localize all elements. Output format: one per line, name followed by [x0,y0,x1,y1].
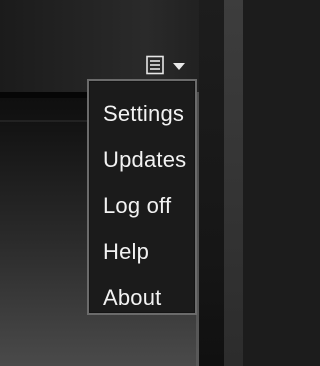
dropdown-menu: Settings Updates Log off Help About [87,79,197,315]
hamburger-menu-icon[interactable] [145,55,165,75]
chevron-down-icon[interactable] [173,62,185,70]
menu-item-help[interactable]: Help [89,229,195,275]
menu-trigger-button[interactable] [145,53,193,77]
app-window: Settings Updates Log off Help About [0,0,243,366]
menu-item-log-off[interactable]: Log off [89,183,195,229]
menu-list: Settings Updates Log off Help About [89,81,195,321]
menu-item-about[interactable]: About [89,275,195,321]
menu-item-updates[interactable]: Updates [89,137,195,183]
right-sidebar [199,0,224,366]
menu-item-settings[interactable]: Settings [89,91,195,137]
window-edge [224,0,243,366]
